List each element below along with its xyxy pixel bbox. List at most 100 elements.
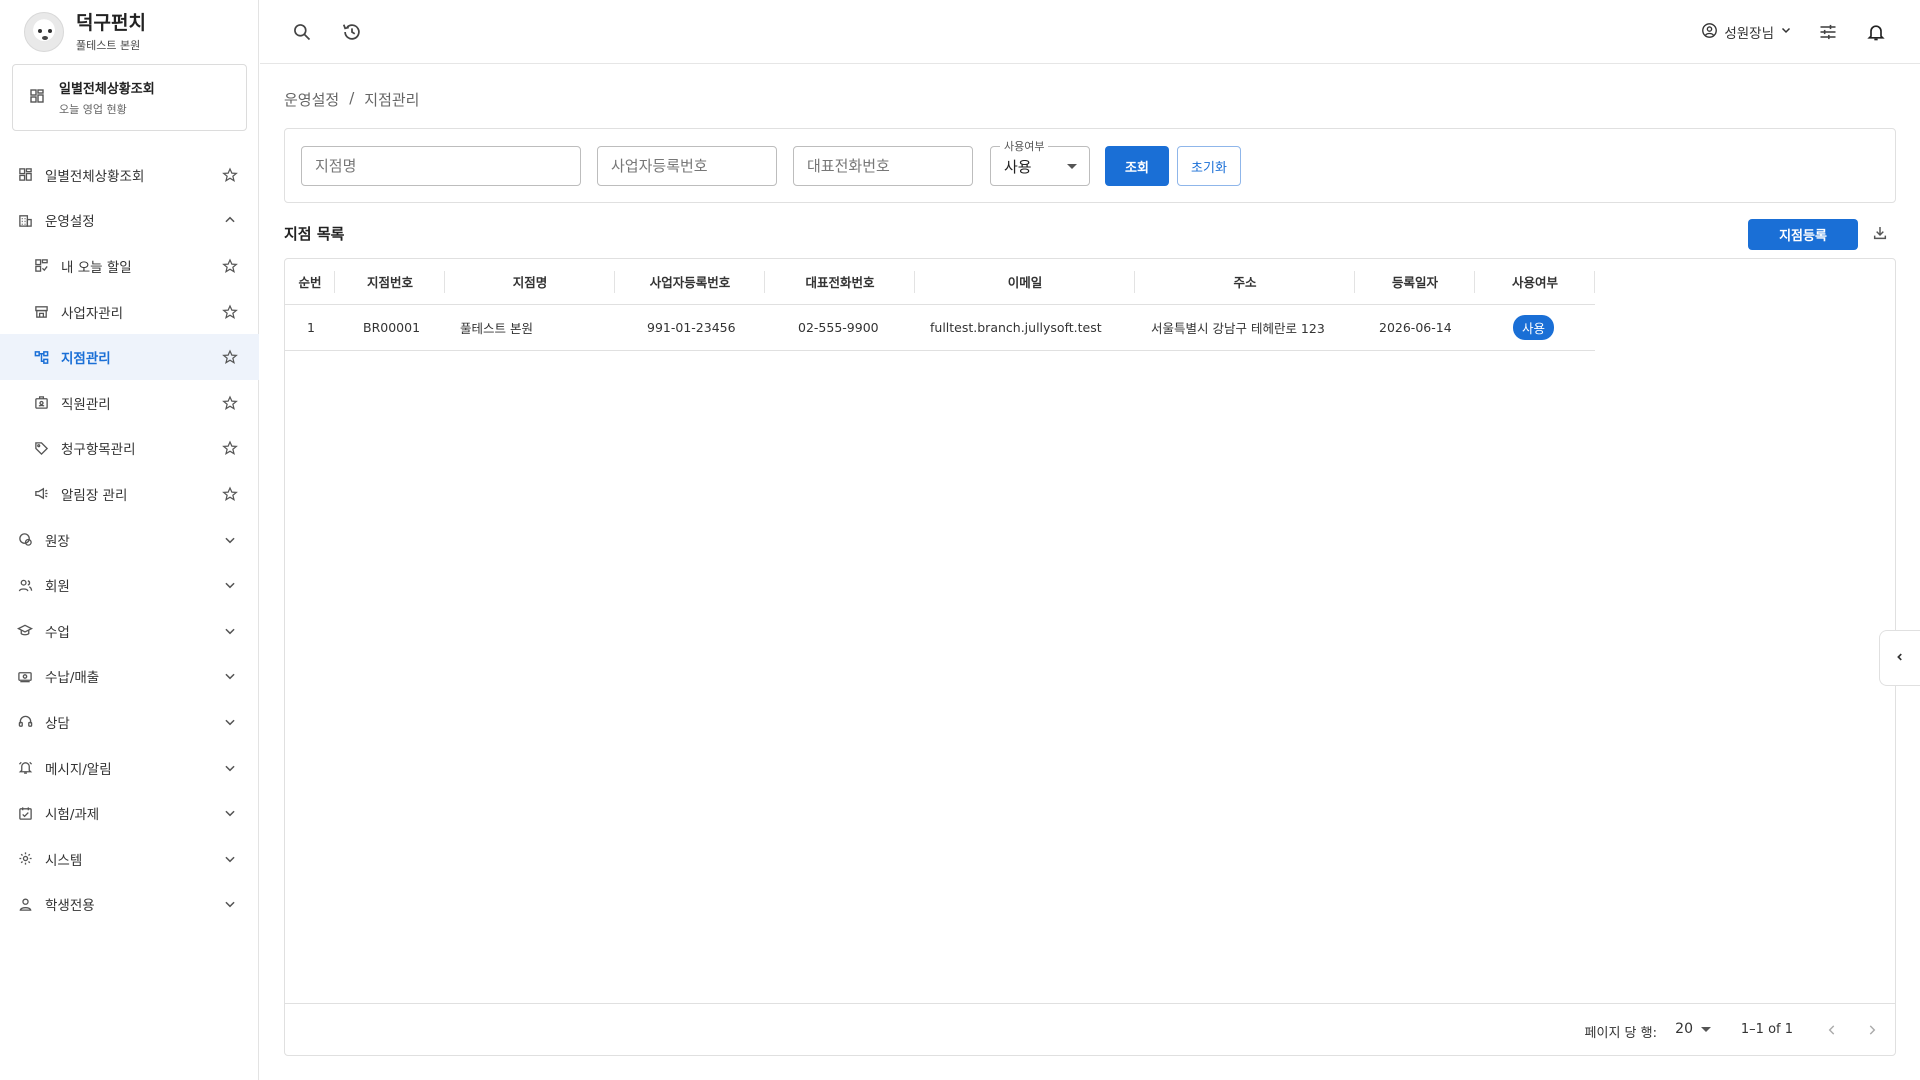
star-icon[interactable] [221, 439, 239, 457]
sidebar-item-members[interactable]: 회원 [0, 562, 259, 608]
pagination: 페이지 당 행: 20 1–1 of 1 [285, 1003, 1895, 1055]
brand-branch: 풀테스트 본원 [76, 38, 141, 52]
sidebar-item-ledger[interactable]: 원장 [0, 517, 259, 563]
task-icon [17, 805, 33, 821]
chevron-down-icon [221, 759, 239, 777]
chevron-down-icon [221, 713, 239, 731]
cell-name: 풀테스트 본원 [445, 304, 615, 351]
column-header[interactable]: 지점명 [445, 259, 615, 305]
sidebar-item-payments[interactable]: 수납/매출 [0, 654, 259, 700]
sidebar-item-staff[interactable]: 직원관리 [0, 380, 259, 426]
register-branch-button[interactable]: 지점등록 [1748, 219, 1858, 250]
next-page-icon[interactable] [1861, 1019, 1883, 1041]
brand-avatar [24, 12, 64, 52]
column-header[interactable]: 사업자등록번호 [615, 259, 765, 305]
user-name: 성원장님 [1724, 26, 1774, 42]
members-icon [17, 577, 33, 593]
star-icon[interactable] [221, 394, 239, 412]
dashboard-icon [29, 88, 45, 108]
search-button[interactable]: 조회 [1105, 146, 1169, 186]
cell-biz-no: 991-01-23456 [615, 304, 765, 351]
sidebar-item-system[interactable]: 시스템 [0, 836, 259, 882]
sidebar-item-business[interactable]: 사업자관리 [0, 289, 259, 335]
account-icon [1701, 22, 1718, 43]
gear-icon [17, 851, 33, 867]
rows-per-page-select[interactable]: 20 [1675, 1021, 1711, 1037]
sidebar-item-notice[interactable]: 알림장 관리 [0, 471, 259, 517]
column-header[interactable]: 순번 [285, 259, 335, 305]
headset-icon [17, 714, 33, 730]
column-header[interactable]: 대표전화번호 [765, 259, 915, 305]
sidebar-item-label: 내 오늘 할일 [61, 259, 132, 276]
dashboard-icon [17, 167, 33, 183]
sidebar-item-label: 상담 [45, 715, 70, 732]
sidebar-item-exams[interactable]: 시험/과제 [0, 790, 259, 836]
chevron-down-icon [221, 850, 239, 868]
breadcrumb-parent[interactable]: 운영설정 [284, 89, 339, 110]
table-row[interactable]: 1 BR00001 풀테스트 본원 991-01-23456 02-555-99… [285, 304, 1595, 351]
download-icon[interactable] [1869, 222, 1891, 244]
usage-select[interactable]: 사용여부 사용 [990, 138, 1090, 186]
column-header[interactable]: 지점번호 [335, 259, 445, 305]
person-icon [17, 896, 33, 912]
sidebar-item-branch[interactable]: 지점관리 [0, 334, 259, 380]
star-icon[interactable] [221, 257, 239, 275]
sidebar-item-label: 일별전체상황조회 [45, 168, 145, 185]
list-title: 지점 목록 [284, 225, 345, 243]
sidebar-item-label: 시스템 [45, 852, 83, 869]
sidebar-item-classes[interactable]: 수업 [0, 608, 259, 654]
rows-per-page-label: 페이지 당 행: [1584, 1026, 1657, 1041]
column-header[interactable]: 사용여부 [1475, 259, 1595, 305]
quick-card-daily-status[interactable]: 일별전체상황조회 오늘 영업 현황 [12, 64, 247, 131]
sidebar-item-billing-items[interactable]: 청구항목관리 [0, 426, 259, 472]
usage-select-value: 사용 [1004, 157, 1032, 176]
branch-name-input[interactable] [301, 146, 581, 186]
badge-icon [33, 395, 49, 411]
sidebar-item-operations[interactable]: 운영설정 [0, 198, 259, 244]
sidebar-item-consulting[interactable]: 상담 [0, 699, 259, 745]
reset-button[interactable]: 초기화 [1177, 146, 1241, 186]
sidebar-item-student[interactable]: 학생전용 [0, 882, 259, 928]
user-menu[interactable]: 성원장님 [1701, 20, 1792, 44]
checklist-icon [33, 258, 49, 274]
column-header[interactable]: 등록일자 [1355, 259, 1475, 305]
sidebar-item-label: 지점관리 [61, 351, 111, 368]
ledger-icon [17, 532, 33, 548]
star-icon[interactable] [221, 485, 239, 503]
column-header[interactable]: 주소 [1135, 259, 1355, 305]
building-icon [17, 212, 33, 228]
star-icon[interactable] [221, 166, 239, 184]
breadcrumb-separator: / [349, 89, 355, 107]
search-icon[interactable] [290, 20, 314, 44]
sidebar-item-my-todo[interactable]: 내 오늘 할일 [0, 243, 259, 289]
caret-down-icon [1701, 1026, 1711, 1032]
quick-card-title: 일별전체상황조회 [59, 82, 155, 97]
bell-icon[interactable] [1864, 20, 1888, 44]
status-badge: 사용 [1513, 314, 1555, 340]
chevron-down-icon [221, 804, 239, 822]
usage-select-label: 사용여부 [1000, 138, 1049, 154]
history-icon[interactable] [340, 20, 364, 44]
filter-panel: 사용여부 사용 조회 초기화 [284, 128, 1896, 203]
phone-input[interactable] [793, 146, 973, 186]
chevron-down-icon [1780, 24, 1792, 40]
sidebar-item-messages[interactable]: 메시지/알림 [0, 745, 259, 791]
cell-no: 1 [285, 304, 335, 351]
biz-no-input[interactable] [597, 146, 777, 186]
brand[interactable]: 덕구펀치 풀테스트 본원 [24, 10, 146, 54]
sidebar-item-label: 운영설정 [45, 214, 95, 231]
rows-per-page-value: 20 [1675, 1021, 1693, 1037]
chevron-down-icon [221, 622, 239, 640]
star-icon[interactable] [221, 303, 239, 321]
prev-page-icon[interactable] [1821, 1019, 1843, 1041]
tune-icon[interactable] [1816, 20, 1840, 44]
branch-icon [33, 349, 49, 365]
graduation-icon [17, 623, 33, 639]
panel-toggle[interactable] [1879, 630, 1920, 686]
sidebar-item-label: 청구항목관리 [61, 442, 136, 459]
sidebar-item-daily-status[interactable]: 일별전체상황조회 [0, 152, 259, 198]
column-header[interactable]: 이메일 [915, 259, 1135, 305]
branch-table: 순번 지점번호 지점명 사업자등록번호 대표전화번호 이메일 주소 등록일자 사… [284, 258, 1896, 1056]
breadcrumb: 운영설정 / 지점관리 [284, 89, 419, 110]
star-icon[interactable] [221, 348, 239, 366]
